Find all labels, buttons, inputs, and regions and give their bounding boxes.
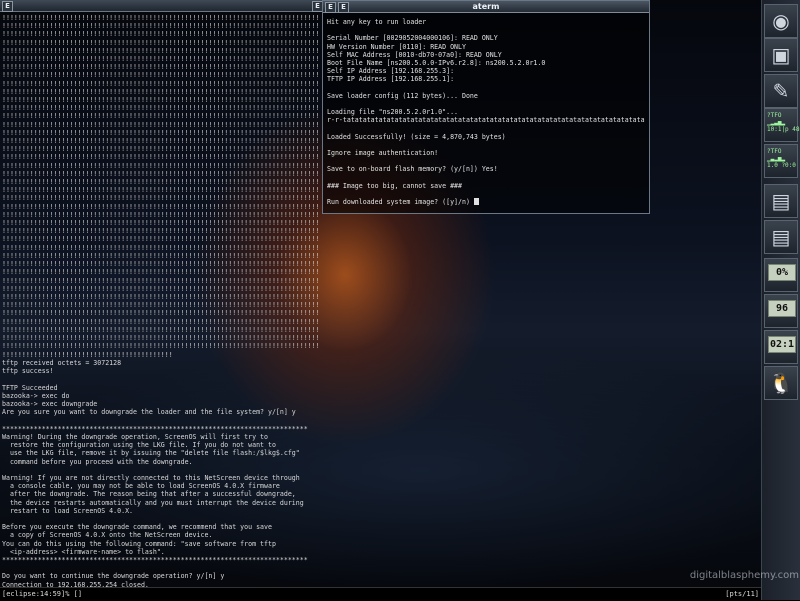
aterm-line: [327, 100, 645, 108]
dock-tile-7[interactable]: ▤: [764, 220, 798, 254]
desktop-background: E E !!!!!!!!!!!!!!!!!!!!!!!!!!!!!!!!!!!!…: [0, 0, 800, 601]
watermark: digitalblasphemy.com: [689, 570, 799, 581]
aterm-line: TFTP IP Address [192.168.255.1]:: [327, 75, 455, 84]
dock-tile-10[interactable]: 02:1: [764, 330, 798, 364]
pts-indicator: [pts/11]: [725, 590, 759, 598]
dock-tile-6[interactable]: ▤: [764, 184, 798, 218]
aterm-line: [327, 84, 645, 92]
dock-tile-3[interactable]: ✎: [764, 74, 798, 108]
aterm-line: Loading file "ns200.5.2.0r1.0"...: [327, 108, 459, 117]
aterm-window[interactable]: E E aterm Hit any key to run loader Seria…: [322, 0, 650, 214]
dock-tile-5[interactable]: ?TFO ▁▃▂▅▂ 1.0 ?0:0: [764, 144, 798, 178]
aterm-line: r-r-tatatatatatatatatatatatatatatatatata…: [327, 116, 645, 125]
aterm-line: [327, 141, 645, 149]
aterm-menu-button-2[interactable]: E: [338, 2, 349, 13]
dock-tile-4[interactable]: ?TFO ▁▂▃▅▂ 10:1|p 4800: [764, 108, 800, 142]
aterm-line: Save loader config (112 bytes)... Done: [327, 91, 478, 100]
aterm-output: Hit any key to run loader Serial Number […: [327, 18, 645, 210]
aterm-line: [327, 124, 645, 132]
dock-app-icon: ◉: [772, 9, 790, 33]
aterm-line: [327, 157, 645, 165]
aterm-title-text: aterm: [472, 2, 500, 11]
aterm-line: [327, 190, 645, 198]
aterm-line: Ignore image authentication!: [327, 149, 439, 157]
dock-app-icon: 🐧: [768, 371, 794, 395]
aterm-line: Run downloaded system image? ([y]/n): [327, 198, 645, 206]
shell-prompt[interactable]: [eclipse:14:59]% []: [2, 589, 82, 600]
dock-app-icon: ✎: [772, 79, 790, 103]
aterm-line: Loaded Successfully! (size = 4,870,743 b…: [327, 132, 506, 141]
aterm-line: ### Image too big, cannot save ###: [327, 181, 462, 190]
dock-lcd-readout: 96: [768, 300, 796, 317]
dock-app-icon: ▣: [771, 43, 791, 67]
dock-tile-11[interactable]: 🐧: [764, 366, 798, 400]
aterm-line: Save to on-board flash memory? (y/[n]) Y…: [327, 165, 498, 174]
aterm-line: Boot File Name [ns200.5.0.0-IPv6.r2.8]: …: [327, 58, 546, 67]
dock-lcd-readout: 02:1: [768, 336, 796, 353]
terminal-bang-output: !!!!!!!!!!!!!!!!!!!!!!!!!!!!!!!!!!!!!!!!…: [2, 14, 320, 351]
aterm-line: HW Version Number [0110]: READ ONLY: [327, 42, 466, 51]
dock: ◉ ▣ ✎ ?TFO ▁▂▃▅▂ 10:1|p 4800 ?TFO ▁▃▂▅▂ 1.0 …: [761, 0, 800, 600]
status-bar: [eclipse:14:59]% [] [pts/11]: [0, 587, 761, 601]
dock-tile-9[interactable]: 96: [764, 294, 798, 328]
terminal-output: !!!!!!!!!!!!!!!!!!!!!!!!!!!!!!!!!!!!!!!!…: [2, 351, 308, 589]
left-terminal-titlebar[interactable]: E E: [0, 0, 323, 12]
aterm-line: Self IP Address [192.168.255.3]:: [327, 67, 455, 76]
dock-tile-2[interactable]: ▣: [764, 38, 798, 72]
dock-app-icon: ▤: [771, 189, 791, 213]
aterm-line: Hit any key to run loader: [327, 18, 427, 26]
dock-monitor-graph: ?TFO ▁▂▃▅▂ 10:1|p 4800: [767, 112, 800, 133]
aterm-line: [327, 174, 645, 182]
dock-tile-1[interactable]: ◉: [764, 4, 798, 38]
aterm-menu-button[interactable]: E: [325, 2, 336, 13]
left-terminal-window[interactable]: E E !!!!!!!!!!!!!!!!!!!!!!!!!!!!!!!!!!!!…: [0, 0, 323, 600]
dock-tile-8[interactable]: 0%: [764, 258, 798, 292]
text-cursor: [473, 198, 479, 206]
aterm-line: Serial Number [0029052004000106]: READ O…: [327, 34, 498, 43]
dock-app-icon: ▤: [771, 225, 791, 249]
aterm-titlebar[interactable]: E E aterm: [323, 1, 649, 13]
dock-lcd-readout: 0%: [768, 264, 796, 281]
aterm-line: Self MAC Address [0010-db70-07a0]: READ …: [327, 50, 502, 59]
window-menu-button[interactable]: E: [2, 1, 13, 12]
dock-monitor-graph: ?TFO ▁▃▂▅▂ 1.0 ?0:0: [767, 148, 796, 169]
aterm-line: [327, 26, 645, 34]
